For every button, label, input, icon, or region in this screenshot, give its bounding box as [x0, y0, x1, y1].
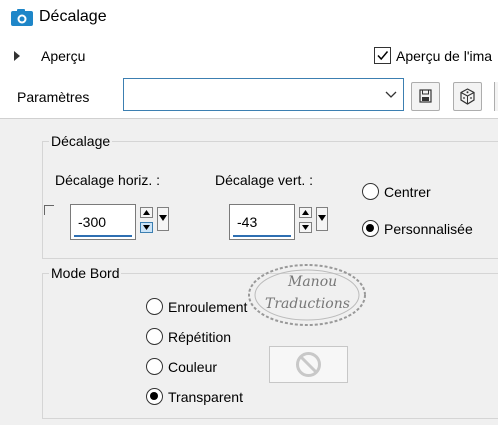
params-label: Paramètres: [17, 89, 90, 105]
radio-wrap-label[interactable]: Enroulement: [168, 299, 247, 315]
preview-checkbox-label[interactable]: Aperçu de l'ima: [396, 48, 492, 64]
preview-checkbox[interactable]: [374, 47, 391, 64]
camera-icon: [11, 9, 33, 26]
watermark-ornament: [248, 264, 366, 326]
vert-offset-value: -43: [237, 214, 258, 230]
preview-expander-label[interactable]: Aperçu: [41, 48, 85, 64]
chevron-down-icon[interactable]: [384, 90, 398, 100]
window-title: Décalage: [39, 8, 107, 25]
radio-selected-dot: [150, 392, 158, 400]
vert-spin-down[interactable]: [299, 222, 312, 233]
watermark-line2: Traductions: [265, 296, 350, 312]
dice-icon: [460, 88, 475, 105]
link-checkbox[interactable]: [44, 205, 54, 215]
expand-arrow-icon[interactable]: [14, 51, 20, 61]
save-icon: [419, 89, 432, 103]
arrow-up-icon: [302, 210, 309, 215]
radio-color[interactable]: [146, 358, 163, 375]
horiz-spin-down[interactable]: [140, 222, 153, 233]
radio-transparent[interactable]: [146, 388, 163, 405]
random-button[interactable]: [453, 82, 482, 111]
triangle-down-icon: [159, 215, 167, 221]
more-button-edge[interactable]: [494, 82, 498, 111]
horiz-offset-value: -300: [78, 214, 107, 230]
watermark-stamp: Manou Traductions: [244, 257, 370, 329]
input-focus-underline: [74, 235, 132, 237]
triangle-down-icon: [318, 215, 326, 221]
radio-repeat[interactable]: [146, 328, 163, 345]
radio-selected-dot: [366, 224, 374, 232]
arrow-down-icon: [302, 225, 309, 230]
radio-color-label[interactable]: Couleur: [168, 359, 217, 375]
color-swatch-disabled[interactable]: [269, 346, 348, 383]
horiz-offset-input[interactable]: -300: [70, 204, 136, 240]
vert-offset-label: Décalage vert. :: [215, 172, 314, 188]
horiz-spin-up[interactable]: [140, 207, 153, 218]
vert-offset-input[interactable]: -43: [229, 204, 295, 240]
vert-spin-up[interactable]: [299, 207, 312, 218]
input-focus-underline: [233, 235, 291, 237]
arrow-up-icon: [143, 210, 150, 215]
radio-transparent-label[interactable]: Transparent: [168, 389, 243, 405]
radio-wrap[interactable]: [146, 298, 163, 315]
radio-repeat-label[interactable]: Répétition: [168, 329, 231, 345]
arrow-down-icon: [143, 225, 150, 230]
checkmark-icon: [377, 51, 389, 61]
vert-preset-dropdown[interactable]: [316, 207, 328, 231]
offset-group: [42, 141, 498, 259]
radio-custom[interactable]: [362, 220, 379, 237]
params-dropdown[interactable]: [123, 78, 404, 111]
offset-group-label: Décalage: [49, 133, 113, 149]
watermark-line1: Manou: [288, 274, 338, 290]
horiz-preset-dropdown[interactable]: [157, 207, 169, 231]
horiz-offset-label: Décalage horiz. :: [55, 172, 161, 188]
radio-center[interactable]: [362, 183, 379, 200]
save-preset-button[interactable]: [411, 82, 440, 111]
radio-custom-label[interactable]: Personnalisée: [384, 221, 473, 237]
no-entry-icon: [296, 352, 321, 377]
border-mode-group-label: Mode Bord: [49, 265, 122, 281]
radio-center-label[interactable]: Centrer: [384, 184, 431, 200]
